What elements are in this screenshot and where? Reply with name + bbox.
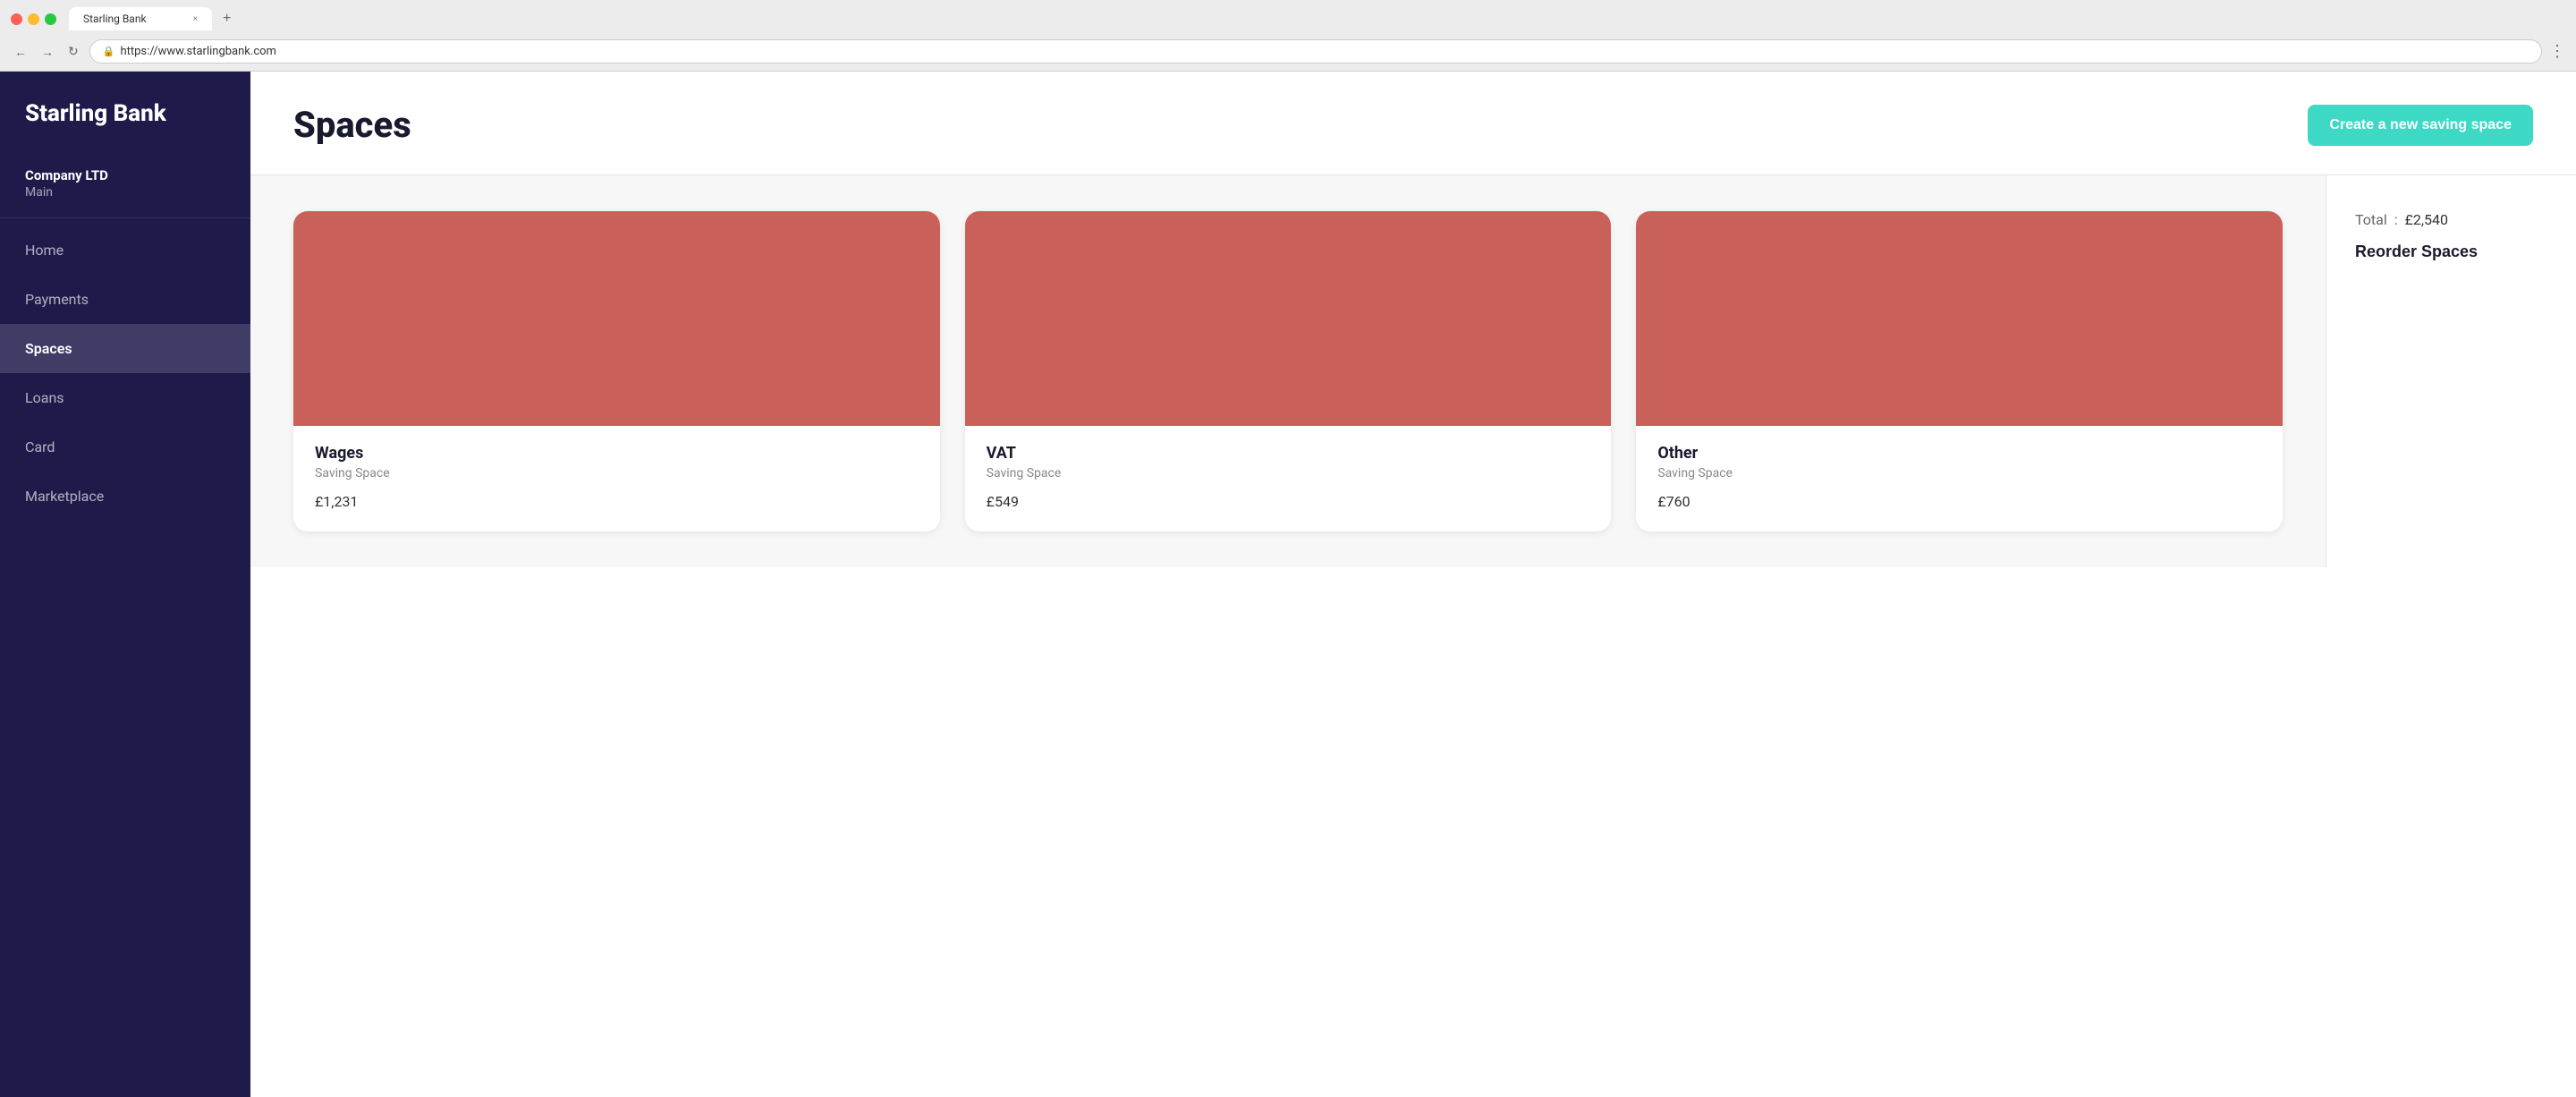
close-window-button[interactable] (11, 13, 22, 25)
space-card-body: VAT Saving Space £549 (965, 426, 1612, 531)
account-name: Company LTD (25, 167, 225, 183)
total-separator: : (2394, 211, 2398, 228)
reload-button[interactable]: ↻ (64, 40, 82, 63)
browser-menu-button[interactable]: ⋮ (2549, 42, 2565, 61)
sidebar-item-home[interactable]: Home (0, 225, 250, 275)
sidebar-item-marketplace[interactable]: Marketplace (0, 472, 250, 521)
space-card-wages[interactable]: Wages Saving Space £1,231 (293, 211, 940, 531)
address-bar-container: ← → ↻ 🔒 https://www.starlingbank.com ⋮ (0, 36, 2576, 71)
space-card-other[interactable]: Other Saving Space £760 (1636, 211, 2283, 531)
sidebar-item-loans[interactable]: Loans (0, 373, 250, 422)
space-card-body: Other Saving Space £760 (1636, 426, 2283, 531)
sidebar-item-spaces[interactable]: Spaces (0, 324, 250, 373)
space-card-type: Saving Space (1657, 466, 2261, 480)
url-bar[interactable]: 🔒 https://www.starlingbank.com (89, 39, 2542, 64)
page-title: Spaces (293, 104, 411, 146)
back-button[interactable]: ← (11, 41, 30, 63)
new-tab-button[interactable]: + (216, 7, 238, 30)
spaces-grid-area: Wages Saving Space £1,231 VAT Saving Spa… (250, 175, 2326, 567)
space-card-title: Wages (315, 444, 919, 463)
content-area: Wages Saving Space £1,231 VAT Saving Spa… (250, 175, 2576, 567)
space-card-title: Other (1657, 444, 2261, 463)
space-card-amount: £549 (987, 493, 1590, 510)
space-card-image (1636, 211, 2283, 426)
page-header: Spaces Create a new saving space (250, 72, 2576, 175)
browser-tab[interactable]: Starling Bank × (69, 7, 212, 30)
spaces-grid: Wages Saving Space £1,231 VAT Saving Spa… (293, 211, 2283, 531)
sidebar-item-payments[interactable]: Payments (0, 275, 250, 324)
url-text: https://www.starlingbank.com (120, 45, 276, 58)
space-card-type: Saving Space (987, 466, 1590, 480)
window-controls (11, 13, 56, 25)
space-card-body: Wages Saving Space £1,231 (293, 426, 940, 531)
space-card-amount: £1,231 (315, 493, 919, 510)
total-value: £2,540 (2405, 211, 2448, 228)
sidebar-nav: HomePaymentsSpacesLoansCardMarketplace (0, 218, 250, 1097)
browser-chrome: Starling Bank × + ← → ↻ 🔒 https://www.st… (0, 0, 2576, 72)
maximize-window-button[interactable] (45, 13, 56, 25)
space-card-vat[interactable]: VAT Saving Space £549 (965, 211, 1612, 531)
total-row: Total : £2,540 (2355, 211, 2547, 228)
space-card-amount: £760 (1657, 493, 2261, 510)
space-card-type: Saving Space (315, 466, 919, 480)
create-saving-space-button[interactable]: Create a new saving space (2308, 105, 2533, 146)
space-card-image (965, 211, 1612, 426)
sidebar: Starling Bank Company LTD Main HomePayme… (0, 72, 250, 1097)
lock-icon: 🔒 (103, 46, 115, 57)
right-panel: Total : £2,540 Reorder Spaces (2326, 175, 2576, 567)
app-container: Starling Bank Company LTD Main HomePayme… (0, 72, 2576, 1097)
reorder-spaces-button[interactable]: Reorder Spaces (2355, 242, 2478, 261)
space-card-title: VAT (987, 444, 1590, 463)
forward-button[interactable]: → (38, 41, 57, 63)
minimize-window-button[interactable] (28, 13, 39, 25)
main-content: Spaces Create a new saving space Wages S… (250, 72, 2576, 1097)
sidebar-item-card[interactable]: Card (0, 422, 250, 472)
logo-text: Starling Bank (25, 100, 225, 128)
account-info: Company LTD Main (0, 153, 250, 218)
tab-bar: Starling Bank × + (69, 7, 238, 30)
tab-title: Starling Bank (83, 13, 147, 25)
sidebar-logo: Starling Bank (0, 72, 250, 153)
space-card-image (293, 211, 940, 426)
tab-close-icon[interactable]: × (193, 14, 198, 24)
account-type: Main (25, 185, 225, 200)
total-label: Total (2355, 211, 2387, 228)
